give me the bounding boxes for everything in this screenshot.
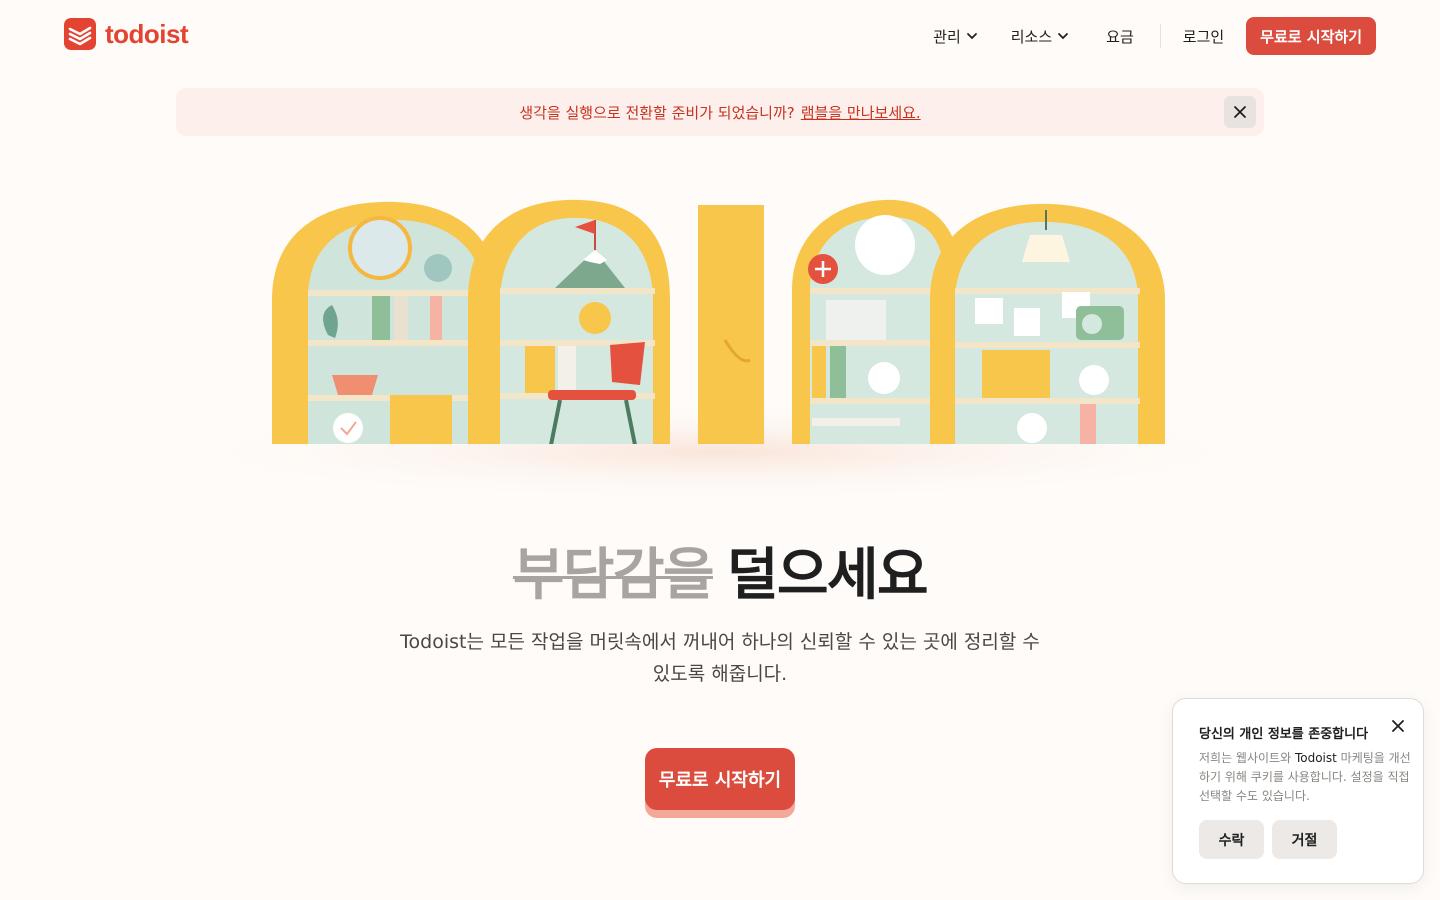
cookie-accept-button[interactable]: 수락: [1199, 820, 1264, 859]
chevron-down-icon: [966, 33, 977, 40]
nav-item-resources[interactable]: 리소스: [1011, 26, 1070, 47]
close-icon: [1234, 106, 1246, 118]
cookie-body-brand: Todoist: [1294, 751, 1337, 765]
cookie-title: 당신의 개인 정보를 존중합니다: [1199, 727, 1369, 742]
announcement-link[interactable]: 램블을 만나보세요.: [801, 102, 921, 123]
start-free-button[interactable]: 무료로 시작하기: [1246, 17, 1376, 55]
announcement-banner: 생각을 실행으로 전환할 준비가 되었습니까? 램블을 만나보세요.: [176, 88, 1264, 136]
todoist-logo-icon: [64, 18, 96, 50]
headline-struck-word: 부담감을: [512, 543, 715, 608]
nav-divider: [1159, 24, 1161, 48]
headline-main-word: 덜으세요: [727, 543, 929, 608]
nav-item-pricing-label: 요금: [1106, 27, 1134, 46]
cookie-banner: 당신의 개인 정보를 존중합니다 저희는 웹사이트와 Todoist 마케팅을 …: [1172, 698, 1424, 884]
nav-item-pricing[interactable]: 요금: [1106, 26, 1134, 47]
announcement-close-button[interactable]: [1224, 96, 1256, 128]
close-icon: [1392, 720, 1404, 732]
hero-subtext: Todoist는 모든 작업을 머릿속에서 꺼내어 하나의 신뢰할 수 있는 곳…: [400, 631, 1040, 685]
hero-start-free-button[interactable]: 무료로 시작하기: [645, 748, 795, 810]
cookie-close-button[interactable]: [1387, 715, 1409, 737]
cookie-body-prefix: 저희는 웹사이트와: [1199, 751, 1295, 765]
login-link[interactable]: 로그인: [1183, 26, 1224, 47]
announcement-text: 생각을 실행으로 전환할 준비가 되었습니까?: [519, 103, 795, 122]
logo-text: todoist: [105, 18, 189, 49]
hero-cta: 무료로 시작하기: [645, 748, 795, 818]
nav-item-manage[interactable]: 관리: [933, 26, 979, 47]
top-nav: 관리 리소스 요금 로그인 무료로 시작하기: [933, 17, 1376, 55]
cookie-reject-button[interactable]: 거절: [1272, 820, 1337, 859]
hero-illustration: [160, 199, 1280, 502]
todoist-logo[interactable]: todoist: [64, 18, 189, 50]
nav-item-resources-label: 리소스: [1010, 27, 1053, 46]
chevron-down-icon: [1058, 33, 1069, 40]
site-header: todoist 관리 리소스 요금 로그인 무료로 시작하기: [0, 0, 1440, 70]
cookie-body: 저희는 웹사이트와 Todoist 마케팅을 개선하기 위해 쿠키를 사용합니다…: [1199, 749, 1411, 806]
cookie-buttons: 수락 거절: [1199, 820, 1337, 859]
hero-headline: 부담감을 덜으세요: [0, 530, 1440, 611]
nav-item-manage-label: 관리: [933, 27, 961, 46]
